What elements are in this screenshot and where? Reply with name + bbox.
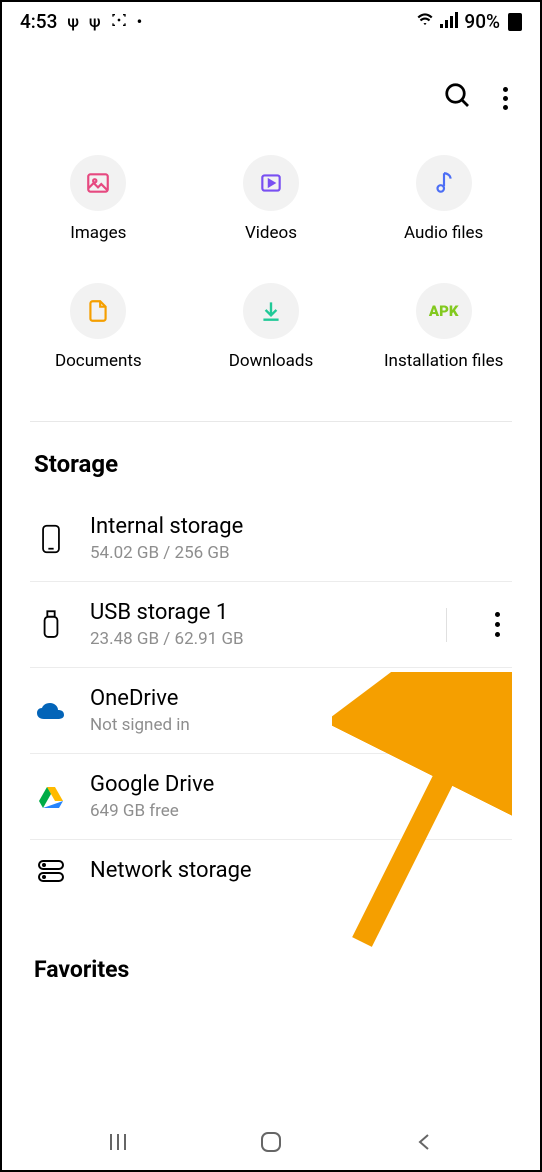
signal-icon: [440, 10, 458, 33]
home-button[interactable]: [257, 1128, 285, 1156]
network-icon: [34, 859, 68, 883]
usb-drive-icon: [34, 609, 68, 641]
googledrive-icon: [34, 785, 68, 809]
storage-detail: 23.48 GB / 62.91 GB: [90, 629, 424, 649]
downloads-icon: [243, 283, 299, 339]
category-label: Documents: [55, 351, 142, 371]
scan-icon: [111, 12, 127, 32]
storage-detail: Not signed in: [90, 715, 508, 735]
category-label: Videos: [245, 223, 297, 243]
usb-icon: ψ: [67, 12, 79, 31]
phone-icon: [34, 524, 68, 554]
categories-grid: Images Videos Audio files Documents Down…: [2, 125, 540, 391]
category-documents[interactable]: Documents: [12, 283, 185, 371]
navigation-bar: [2, 1114, 540, 1170]
images-icon: [70, 155, 126, 211]
back-button[interactable]: [410, 1128, 438, 1156]
onedrive-icon: [34, 701, 68, 721]
storage-onedrive[interactable]: OneDrive Not signed in: [30, 668, 512, 754]
search-icon[interactable]: [443, 81, 473, 115]
category-label: Downloads: [229, 351, 313, 371]
more-options-icon[interactable]: [503, 87, 508, 110]
category-apk[interactable]: APK Installation files: [357, 283, 530, 371]
category-label: Installation files: [384, 351, 503, 371]
documents-icon: [70, 283, 126, 339]
category-downloads[interactable]: Downloads: [185, 283, 358, 371]
storage-googledrive[interactable]: Google Drive 649 GB free: [30, 754, 512, 840]
storage-heading: Storage: [2, 422, 540, 496]
wifi-icon: [416, 10, 434, 33]
storage-name: USB storage 1: [90, 600, 424, 625]
storage-network[interactable]: Network storage: [30, 840, 512, 901]
usb-icon: ψ: [89, 12, 101, 31]
usb-more-icon[interactable]: [487, 604, 508, 645]
videos-icon: [243, 155, 299, 211]
status-time: 4:53: [20, 10, 57, 33]
storage-usb[interactable]: USB storage 1 23.48 GB / 62.91 GB: [30, 582, 512, 668]
storage-name: Google Drive: [90, 772, 508, 797]
storage-detail: 54.02 GB / 256 GB: [90, 543, 508, 563]
storage-detail: 649 GB free: [90, 801, 508, 821]
category-videos[interactable]: Videos: [185, 155, 358, 243]
category-audio[interactable]: Audio files: [357, 155, 530, 243]
category-images[interactable]: Images: [12, 155, 185, 243]
battery-text: 90%: [464, 10, 500, 33]
storage-list: Internal storage 54.02 GB / 256 GB USB s…: [2, 496, 540, 901]
dot-icon: •: [137, 12, 143, 31]
recents-button[interactable]: [104, 1128, 132, 1156]
category-label: Images: [70, 223, 126, 243]
separator: [446, 608, 447, 642]
storage-internal[interactable]: Internal storage 54.02 GB / 256 GB: [30, 496, 512, 582]
favorites-heading: Favorites: [2, 901, 540, 993]
status-bar: 4:53 ψ ψ • 90%: [2, 2, 540, 41]
storage-name: OneDrive: [90, 686, 508, 711]
storage-name: Internal storage: [90, 514, 508, 539]
apk-icon: APK: [416, 283, 472, 339]
app-bar: [2, 41, 540, 125]
category-label: Audio files: [404, 223, 483, 243]
audio-icon: [416, 155, 472, 211]
storage-name: Network storage: [90, 858, 508, 883]
battery-icon: [508, 13, 522, 31]
